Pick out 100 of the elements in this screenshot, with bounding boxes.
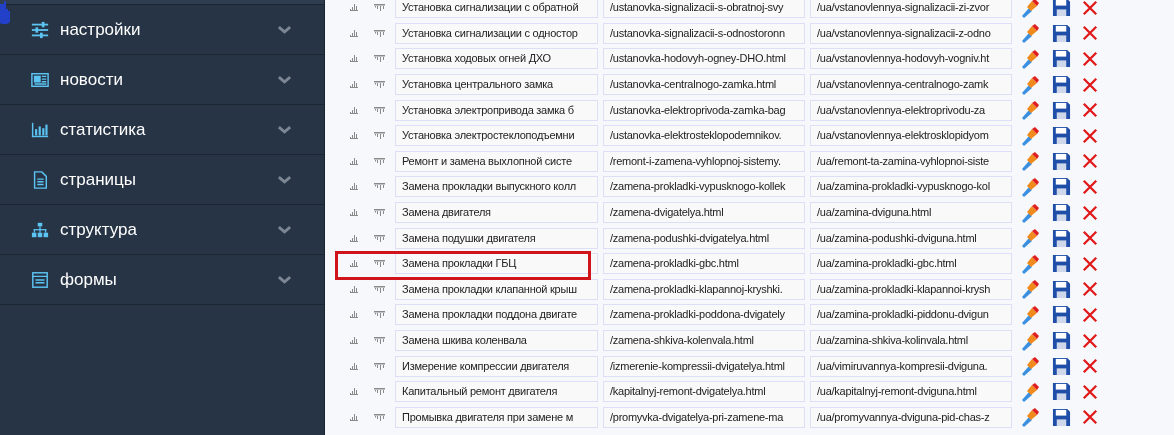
- input-field[interactable]: /ua/zamina-prokladki-piddonu-dvigun: [810, 304, 1012, 326]
- input-field[interactable]: /ustanovka-centralnogo-zamka.html: [603, 74, 805, 96]
- brush-icon[interactable]: [1020, 304, 1040, 325]
- brush-icon[interactable]: [1020, 176, 1040, 197]
- save-icon[interactable]: [1052, 75, 1071, 95]
- input-field[interactable]: Установка ходовых огней ДХО: [395, 48, 598, 70]
- delete-icon[interactable]: [1082, 127, 1098, 144]
- input-field[interactable]: /ua/zamina-shkiva-kolinvala.html: [810, 330, 1012, 351]
- input-field[interactable]: /zamena-shkiva-kolenvala.html: [603, 330, 805, 351]
- brush-icon[interactable]: [1020, 228, 1040, 249]
- dots-icon[interactable]: [374, 209, 385, 217]
- bar-chart-icon[interactable]: [350, 157, 358, 165]
- bar-chart-icon[interactable]: [350, 183, 358, 191]
- brush-icon[interactable]: [1020, 74, 1040, 95]
- delete-icon[interactable]: [1082, 178, 1098, 195]
- brush-icon[interactable]: [1020, 23, 1040, 44]
- input-field[interactable]: Установка электропривода замка б: [395, 99, 598, 121]
- save-icon[interactable]: [1052, 177, 1071, 197]
- dots-icon[interactable]: [374, 234, 385, 242]
- brush-icon[interactable]: [1020, 279, 1040, 300]
- dots-icon[interactable]: [374, 4, 385, 12]
- sidebar-item[interactable]: структура: [0, 205, 324, 255]
- bar-chart-icon[interactable]: [350, 234, 358, 242]
- bar-chart-icon[interactable]: [350, 81, 358, 89]
- delete-icon[interactable]: [1082, 255, 1098, 272]
- input-field[interactable]: /izmerenie-kompressii-dvigatelya.html: [603, 355, 805, 377]
- input-field[interactable]: /ustanovka-signalizacii-s-obratnoj-svy: [603, 0, 805, 19]
- save-icon[interactable]: [1052, 331, 1071, 350]
- delete-icon[interactable]: [1082, 25, 1098, 42]
- delete-icon[interactable]: [1082, 204, 1098, 221]
- brush-icon[interactable]: [1020, 381, 1040, 402]
- input-field[interactable]: Замена прокладки ГБЦ: [395, 253, 598, 275]
- delete-icon[interactable]: [1082, 230, 1098, 247]
- input-field[interactable]: /ua/vstanovlennya-elektrosklopidyom: [810, 125, 1012, 147]
- delete-icon[interactable]: [1082, 76, 1098, 93]
- save-icon[interactable]: [1052, 0, 1071, 18]
- input-field[interactable]: Установка сигнализации с одностор: [395, 22, 598, 44]
- bar-chart-icon[interactable]: [350, 285, 358, 293]
- input-field[interactable]: /ua/vstanovlennya-hodovyh-vogniv.ht: [810, 48, 1012, 70]
- save-icon[interactable]: [1052, 356, 1071, 376]
- dots-icon[interactable]: [374, 157, 385, 165]
- input-field[interactable]: Установка электростеклоподъемни: [395, 125, 598, 147]
- dots-icon[interactable]: [374, 337, 385, 344]
- delete-icon[interactable]: [1082, 281, 1098, 298]
- input-field[interactable]: /kapitalnyj-remont-dvigatelya.html: [603, 381, 805, 403]
- dots-icon[interactable]: [374, 132, 385, 140]
- delete-icon[interactable]: [1082, 153, 1098, 170]
- brush-icon[interactable]: [1020, 49, 1040, 69]
- brush-icon[interactable]: [1020, 407, 1040, 428]
- input-field[interactable]: Установка центрального замка: [395, 74, 598, 96]
- dots-icon[interactable]: [374, 106, 385, 114]
- delete-icon[interactable]: [1082, 51, 1098, 67]
- input-field[interactable]: /ua/remont-ta-zamina-vyhlopnoi-siste: [810, 150, 1012, 172]
- save-icon[interactable]: [1052, 382, 1071, 402]
- bar-chart-icon[interactable]: [350, 55, 358, 63]
- delete-icon[interactable]: [1082, 383, 1098, 400]
- input-field[interactable]: /zamena-prokladki-poddona-dvigately: [603, 304, 805, 326]
- bar-chart-icon[interactable]: [350, 132, 358, 140]
- input-field[interactable]: Установка сигнализации с обратной: [395, 0, 598, 19]
- input-field[interactable]: /ua/vimiruvannya-kompresii-dviguna.: [810, 355, 1012, 377]
- sidebar-item[interactable]: формы: [0, 255, 324, 305]
- input-field[interactable]: /ua/kapitalnyj-remont-dviguna.html: [810, 381, 1012, 403]
- input-field[interactable]: /ua/zamina-prokladki-klapannoi-krysh: [810, 278, 1012, 300]
- bar-chart-icon[interactable]: [350, 362, 358, 370]
- input-field[interactable]: Замена прокладки выпускного колл: [395, 176, 598, 198]
- bar-chart-icon[interactable]: [350, 260, 358, 268]
- dots-icon[interactable]: [374, 29, 385, 37]
- input-field[interactable]: /ua/zamina-prokladki-gbc.html: [810, 253, 1012, 275]
- input-field[interactable]: /zamena-dvigatelya.html: [603, 202, 805, 224]
- input-field[interactable]: /ustanovka-signalizacii-s-odnostoronn: [603, 22, 805, 44]
- brush-icon[interactable]: [1020, 356, 1040, 377]
- input-field[interactable]: /ustanovka-elektroprivoda-zamka-bag: [603, 99, 805, 121]
- bar-chart-icon[interactable]: [350, 337, 358, 344]
- dots-icon[interactable]: [374, 413, 385, 421]
- brush-icon[interactable]: [1020, 100, 1040, 121]
- sidebar-item[interactable]: новости: [0, 55, 324, 105]
- bar-chart-icon[interactable]: [350, 413, 358, 421]
- save-icon[interactable]: [1052, 100, 1071, 120]
- brush-icon[interactable]: [1020, 125, 1040, 146]
- save-icon[interactable]: [1052, 228, 1071, 248]
- brush-icon[interactable]: [1020, 253, 1040, 274]
- input-field[interactable]: /ua/vstanovlennya-elektroprivodu-za: [810, 99, 1012, 121]
- input-field[interactable]: /ustanovka-elektrosteklopodemnikov.: [603, 125, 805, 147]
- dots-icon[interactable]: [374, 260, 385, 268]
- save-icon[interactable]: [1052, 279, 1071, 299]
- delete-icon[interactable]: [1082, 0, 1098, 16]
- dots-icon[interactable]: [374, 388, 385, 396]
- dots-icon[interactable]: [374, 311, 385, 319]
- input-field[interactable]: /ua/zamina-podushki-dviguna.html: [810, 227, 1012, 249]
- bar-chart-icon[interactable]: [350, 388, 358, 396]
- save-icon[interactable]: [1052, 254, 1071, 274]
- dots-icon[interactable]: [374, 285, 385, 293]
- dots-icon[interactable]: [374, 81, 385, 89]
- input-field[interactable]: /zamena-podushki-dvigatelya.html: [603, 227, 805, 249]
- sidebar-item[interactable]: статистика: [0, 105, 324, 155]
- save-icon[interactable]: [1052, 23, 1071, 43]
- delete-icon[interactable]: [1082, 306, 1098, 323]
- input-field[interactable]: /ua/zamina-prokladki-vypusknogo-kol: [810, 176, 1012, 198]
- delete-icon[interactable]: [1082, 102, 1098, 119]
- input-field[interactable]: /ua/vstanovlennya-signalizacii-z-odno: [810, 22, 1012, 44]
